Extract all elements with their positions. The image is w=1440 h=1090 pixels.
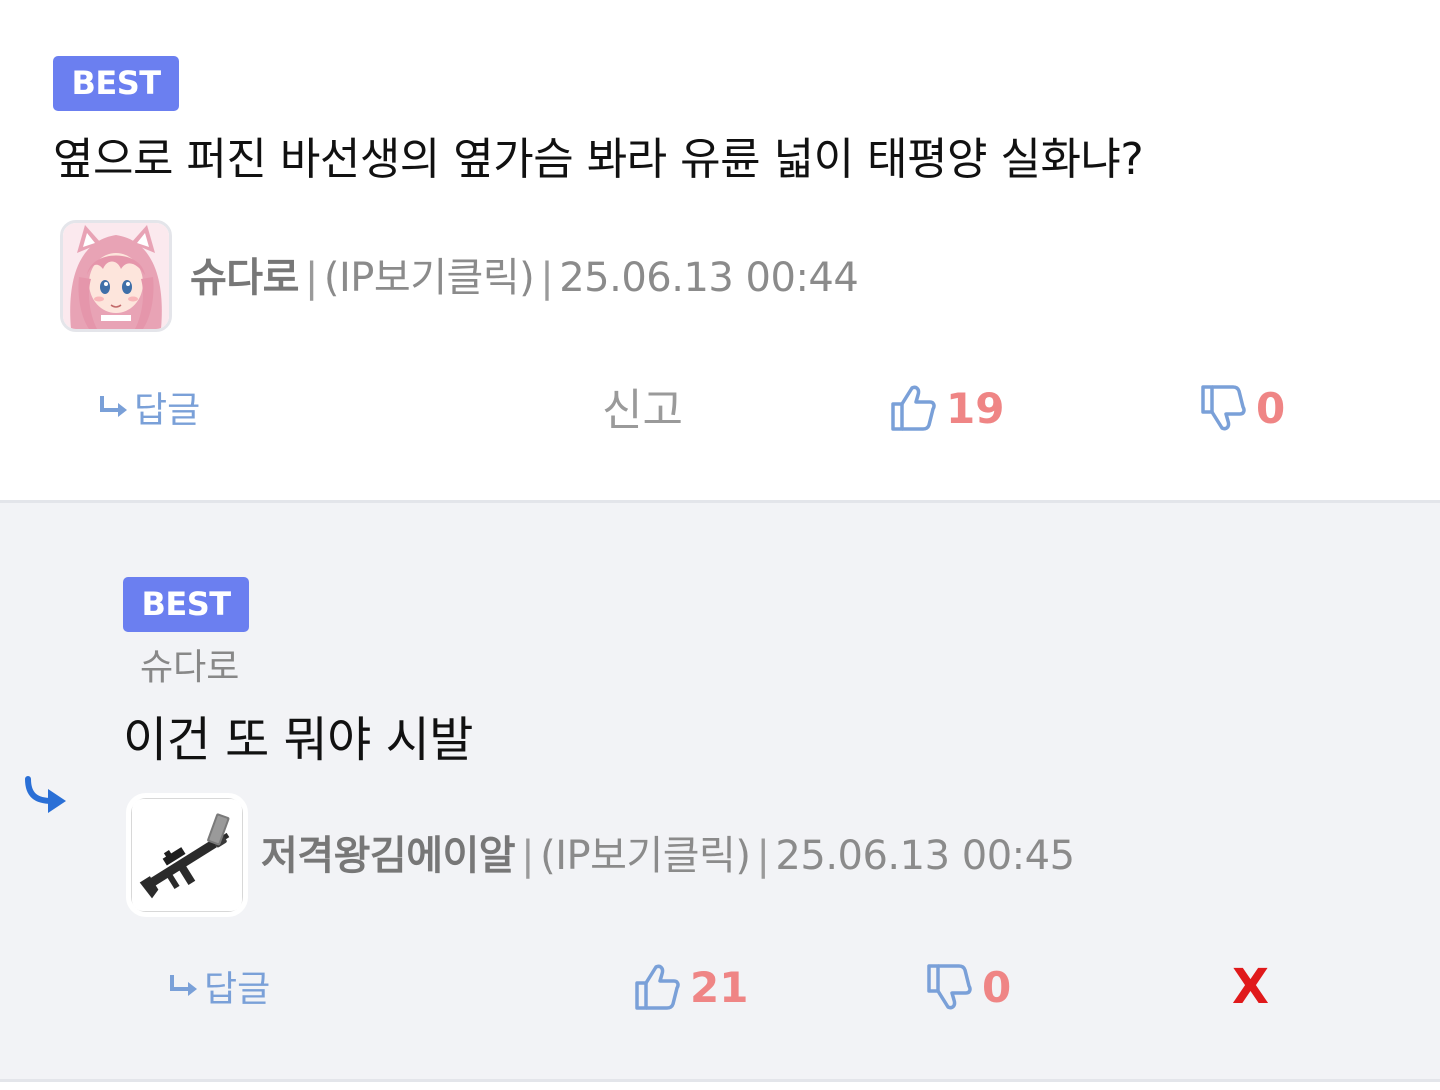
report-label: 신고 (602, 385, 683, 436)
reply-label: 답글 (134, 390, 201, 431)
rifle-avatar-icon (131, 798, 243, 912)
anime-girl-avatar-icon (63, 223, 169, 329)
meta-separator: | (540, 255, 554, 301)
delete-label: X (1232, 959, 1270, 1015)
upvote-button[interactable]: 21 (634, 959, 748, 1015)
author-name[interactable]: 저격왕김에이알 (261, 833, 516, 879)
timestamp: 25.06.13 00:45 (775, 833, 1075, 879)
comment-meta: 저격왕김에이알 | (IP보기클릭) | 25.06.13 00:45 (261, 830, 1075, 882)
delete-button[interactable]: X (1232, 957, 1269, 1017)
timestamp: 25.06.13 00:44 (559, 255, 859, 301)
downvote-count: 0 (982, 962, 1012, 1012)
comment-meta: 슈다로 | (IP보기클릭) | 25.06.13 00:44 (190, 252, 859, 304)
ip-view-link[interactable]: (IP보기클릭) (540, 833, 751, 879)
meta-separator: | (304, 255, 318, 301)
reply-button[interactable]: 답글 (168, 961, 270, 1011)
thumbs-down-icon (1201, 385, 1246, 431)
reply-label: 답글 (204, 969, 271, 1010)
upvote-button[interactable]: 19 (890, 380, 1004, 436)
thumbs-up-icon (891, 385, 936, 431)
downvote-count: 0 (1256, 383, 1286, 433)
downvote-button[interactable]: 0 (1200, 380, 1285, 436)
meta-separator: | (756, 833, 770, 879)
thumbs-up-icon (635, 964, 680, 1010)
reply-indicator-icon (25, 776, 66, 813)
upvote-count: 21 (690, 962, 749, 1012)
ip-view-link[interactable]: (IP보기클릭) (324, 255, 535, 301)
reply-comment-best: BEST 슈다로 이건 또 뭐야 시발 저격왕김에이알 | (IP보기클릭) |… (0, 503, 1440, 1079)
best-badge: BEST (53, 56, 179, 111)
avatar[interactable] (60, 220, 172, 332)
downvote-button[interactable]: 0 (926, 959, 1011, 1015)
upvote-count: 19 (946, 383, 1005, 433)
reply-arrow-icon (100, 396, 127, 417)
comment-text: 이건 또 뭐야 시발 (123, 712, 473, 768)
best-badge: BEST (123, 577, 249, 632)
reply-button[interactable]: 답글 (98, 382, 200, 432)
meta-separator: | (521, 833, 535, 879)
page-bottom (0, 1082, 1440, 1090)
report-button[interactable]: 신고 (602, 378, 683, 436)
avatar[interactable] (126, 793, 248, 917)
reply-to-author: 슈다로 (140, 647, 240, 688)
reply-arrow-icon (170, 975, 197, 996)
comment-best: BEST 옆으로 퍼진 바선생의 옆가슴 봐라 유륜 넓이 태평양 실화냐? 슈… (0, 0, 1440, 500)
comment-text: 옆으로 퍼진 바선생의 옆가슴 봐라 유륜 넓이 태평양 실화냐? (53, 134, 1144, 185)
author-name[interactable]: 슈다로 (190, 255, 299, 301)
thumbs-down-icon (927, 964, 972, 1010)
